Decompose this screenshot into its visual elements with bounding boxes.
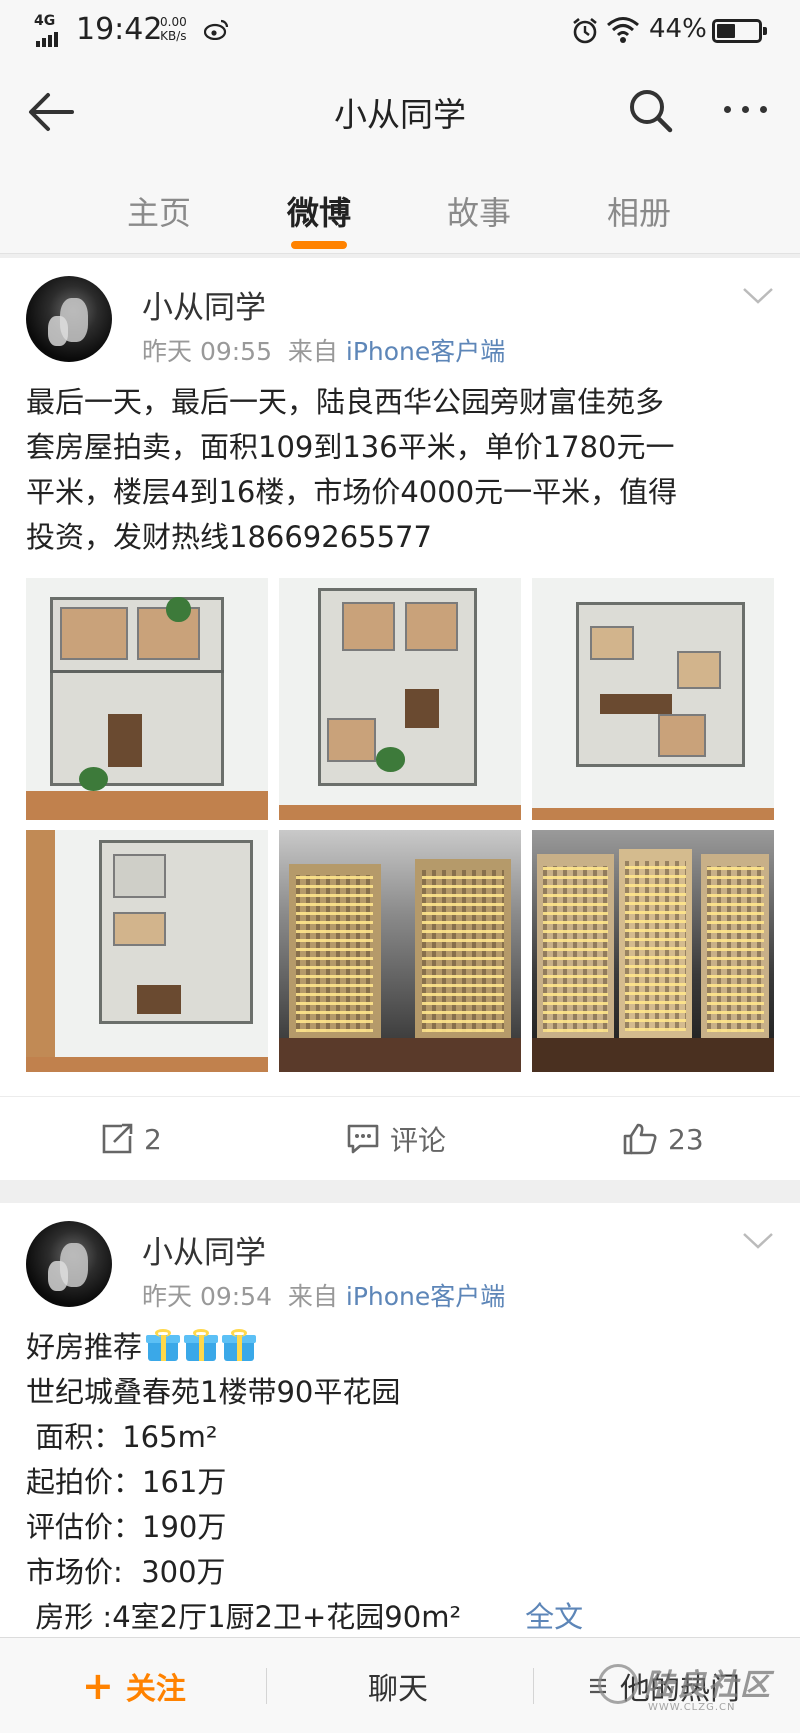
post-time: 昨天 09:54 <box>142 1282 272 1311</box>
image-grid <box>26 578 774 1072</box>
post-line: 房形 :4室2厅1厨2卫+花园90m² <box>26 1600 462 1634</box>
post-image-floor-plan[interactable] <box>279 578 521 820</box>
top-nav-bar: 小从同学 <box>0 66 800 158</box>
post-image-floor-plan[interactable] <box>532 578 774 820</box>
post-image-floor-plan[interactable] <box>26 578 268 820</box>
post-text: 好房推荐 世纪城叠春苑1楼带90平花园 面积：165m² 起拍价：161万 评估… <box>26 1325 776 1640</box>
plus-icon: + <box>82 1664 114 1708</box>
repost-icon <box>102 1123 133 1154</box>
speed-unit: KB/s <box>160 29 187 43</box>
post-image-building-model[interactable] <box>279 830 521 1072</box>
chevron-down-icon[interactable] <box>742 1231 774 1251</box>
battery-icon <box>712 19 767 43</box>
cellular-signal-icon: 4G <box>34 13 62 47</box>
post-actions: 2 评论 23 <box>0 1096 800 1180</box>
tab-weibo[interactable]: 微博 <box>287 188 351 234</box>
tab-stories[interactable]: 故事 <box>447 188 511 234</box>
avatar[interactable] <box>26 1221 112 1307</box>
post-line: 好房推荐 <box>26 1330 143 1364</box>
post-meta: 昨天 09:55 来自 iPhone客户端 <box>142 332 505 368</box>
post-card: 小从同学 昨天 09:54 来自 iPhone客户端 好房推荐 世纪城叠春苑1楼… <box>0 1203 800 1643</box>
tab-home[interactable]: 主页 <box>127 188 191 234</box>
post-text: 最后一天，最后一天，陆良西华公园旁财富佳苑多 套房屋拍卖，面积109到136平米… <box>26 385 678 554</box>
speed-value: 0.00 <box>160 15 187 29</box>
like-count: 23 <box>668 1122 704 1156</box>
battery-level-fill <box>717 24 735 38</box>
post-image-building-model[interactable] <box>532 830 774 1072</box>
post-line: 面积：165m² <box>26 1420 218 1454</box>
avatar[interactable] <box>26 276 112 362</box>
post-card: 小从同学 昨天 09:55 来自 iPhone客户端 最后一天，最后一天，陆良西… <box>0 258 800 1180</box>
network-type: 4G <box>34 13 56 29</box>
comment-icon <box>347 1124 379 1154</box>
battery-percent: 44% <box>649 14 707 44</box>
watermark-logo-icon <box>598 1664 638 1704</box>
watermark-text: 陆良社区 <box>644 1668 772 1703</box>
wifi-icon <box>607 17 639 43</box>
follow-button[interactable]: + 关注 <box>82 1638 186 1733</box>
gift-emoji-icon <box>184 1329 219 1361</box>
follow-label: 关注 <box>125 1672 186 1707</box>
gift-emoji-icon <box>146 1329 181 1361</box>
post-line: 评估价：190万 <box>26 1510 227 1544</box>
post-from-label: 来自 <box>287 1282 338 1311</box>
post-line: 世纪城叠春苑1楼带90平花园 <box>26 1375 401 1409</box>
like-thumb-icon <box>623 1123 657 1155</box>
chat-label: 聊天 <box>368 1672 428 1707</box>
tab-album[interactable]: 相册 <box>607 188 671 234</box>
post-username[interactable]: 小从同学 <box>142 282 266 327</box>
post-from-label: 来自 <box>287 337 338 366</box>
alarm-icon <box>573 17 597 44</box>
site-watermark: 陆良社区 WWW.CLZG.CN <box>598 1660 788 1720</box>
weibo-notification-icon <box>204 19 229 40</box>
status-bar: 4G 19:42 0.00 KB/s 44% <box>0 0 800 66</box>
post-line: 起拍价：161万 <box>26 1465 227 1499</box>
chevron-down-icon[interactable] <box>742 286 774 306</box>
comment-button[interactable]: 评论 <box>346 1097 446 1181</box>
gift-emoji-icon <box>222 1329 257 1361</box>
read-more-link[interactable]: 全文 <box>525 1600 583 1634</box>
page-title: 小从同学 <box>334 95 466 134</box>
repost-button[interactable]: 2 <box>100 1097 162 1181</box>
repost-count: 2 <box>144 1122 162 1156</box>
more-options-icon[interactable] <box>724 106 767 113</box>
post-username[interactable]: 小从同学 <box>142 1227 266 1272</box>
profile-tabs: 主页 微博 故事 相册 <box>0 158 800 254</box>
post-image-floor-plan[interactable] <box>26 830 268 1072</box>
clock: 19:42 <box>76 12 163 47</box>
post-time: 昨天 09:55 <box>142 337 272 366</box>
network-speed: 0.00 KB/s <box>160 15 187 43</box>
chat-button[interactable]: 聊天 <box>368 1638 428 1733</box>
active-tab-indicator <box>291 241 347 249</box>
post-source[interactable]: iPhone客户端 <box>346 337 505 366</box>
watermark-url: WWW.CLZG.CN <box>648 1702 736 1713</box>
post-meta: 昨天 09:54 来自 iPhone客户端 <box>142 1277 505 1313</box>
comment-label: 评论 <box>390 1124 447 1157</box>
search-icon[interactable] <box>628 88 674 134</box>
post-line: 市场价: 300万 <box>26 1555 226 1589</box>
like-button[interactable]: 23 <box>622 1097 704 1181</box>
post-source[interactable]: iPhone客户端 <box>346 1282 505 1311</box>
